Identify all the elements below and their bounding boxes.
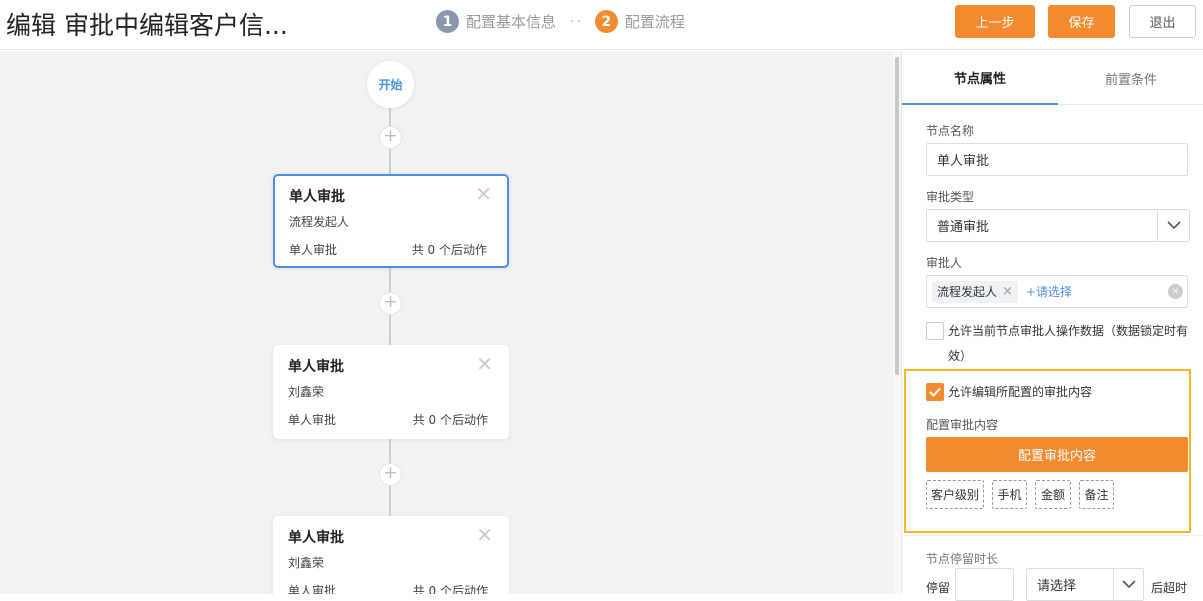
approver-select[interactable]: 流程发起人 × +请选择 × bbox=[926, 275, 1188, 308]
remove-tag-icon[interactable]: × bbox=[1002, 284, 1013, 299]
allow-edit-text: 允许编辑所配置的审批内容 bbox=[948, 385, 1093, 399]
allow-operate-checkbox[interactable] bbox=[926, 322, 944, 340]
scrollbar-thumb[interactable] bbox=[895, 57, 899, 375]
tab-preconditions[interactable]: 前置条件 bbox=[1058, 51, 1203, 105]
node-name-input[interactable]: 单人审批 bbox=[926, 143, 1188, 176]
allow-operate-text-line2: 效） bbox=[948, 349, 973, 363]
node-actions-count: 共 0 个后动作 bbox=[412, 584, 488, 594]
approver-tag: 流程发起人 × bbox=[932, 280, 1018, 303]
node-title: 单人审批 bbox=[289, 189, 345, 205]
connector-line bbox=[389, 486, 391, 516]
canvas-scrollbar[interactable] bbox=[893, 51, 901, 594]
approval-type-value: 普通审批 bbox=[937, 220, 990, 235]
node-actions-count: 共 0 个后动作 bbox=[411, 243, 487, 257]
connector-line bbox=[389, 107, 391, 127]
allow-operate-text-line1: 允许当前节点审批人操作数据（数据锁定时有 bbox=[948, 324, 1189, 338]
content-chip[interactable]: 手机 bbox=[992, 480, 1027, 509]
node-name-label: 节点名称 bbox=[926, 124, 975, 138]
connector-line bbox=[389, 315, 391, 345]
chevron-down-icon[interactable] bbox=[1157, 210, 1189, 241]
node-type: 单人审批 bbox=[288, 584, 337, 594]
step-1[interactable]: 1 配置基本信息 bbox=[436, 10, 556, 33]
step-2-number: 2 bbox=[594, 10, 618, 33]
approval-type-select[interactable]: 普通审批 bbox=[926, 209, 1190, 242]
exit-button[interactable]: 退出 bbox=[1129, 5, 1196, 38]
clear-icon[interactable]: × bbox=[1168, 284, 1183, 299]
allow-edit-checkbox[interactable] bbox=[926, 383, 944, 401]
config-content-button[interactable]: 配置审批内容 bbox=[926, 437, 1188, 472]
step-2-label: 配置流程 bbox=[624, 13, 685, 31]
connector-line bbox=[389, 437, 391, 464]
start-node[interactable]: 开始 bbox=[367, 61, 414, 108]
node-type: 单人审批 bbox=[288, 413, 337, 427]
header: 编辑 审批中编辑客户信... 1 配置基本信息 ·· 2 配置流程 上一步 保存… bbox=[0, 0, 1203, 50]
tab-node-properties[interactable]: 节点属性 bbox=[902, 51, 1058, 105]
step-2[interactable]: 2 配置流程 bbox=[594, 10, 685, 33]
close-icon[interactable]: ✕ bbox=[476, 523, 493, 547]
add-approver-link[interactable]: +请选择 bbox=[1026, 283, 1072, 300]
approval-type-label: 审批类型 bbox=[926, 190, 975, 204]
panel-tabs: 节点属性 前置条件 bbox=[902, 51, 1203, 105]
flow-canvas[interactable]: 开始 + 单人审批 ✕ 流程发起人 单人审批 共 0 个后动作 + 单人审批 ✕… bbox=[0, 51, 893, 594]
properties-panel: 节点属性 前置条件 节点名称 单人审批 审批类型 普通审批 审批人 流程发起人 … bbox=[901, 51, 1203, 601]
add-node-button[interactable]: + bbox=[379, 126, 402, 149]
divider bbox=[902, 535, 1203, 536]
node-type: 单人审批 bbox=[289, 243, 338, 257]
close-icon[interactable]: ✕ bbox=[475, 182, 492, 206]
connector-line bbox=[389, 149, 391, 174]
node-approver: 刘鑫荣 bbox=[288, 385, 325, 399]
stay-prefix: 停留 bbox=[926, 581, 951, 595]
step-1-label: 配置基本信息 bbox=[466, 13, 557, 31]
node-title: 单人审批 bbox=[288, 359, 344, 375]
approver-label: 审批人 bbox=[926, 256, 963, 270]
close-icon[interactable]: ✕ bbox=[476, 352, 493, 376]
flow-node[interactable]: 单人审批 ✕ 刘鑫荣 单人审批 共 0 个后动作 bbox=[273, 345, 509, 439]
flow-node[interactable]: 单人审批 ✕ 刘鑫荣 单人审批 共 0 个后动作 bbox=[273, 516, 509, 594]
node-approver: 流程发起人 bbox=[289, 215, 350, 229]
node-approver: 刘鑫荣 bbox=[288, 556, 325, 570]
stay-unit-select[interactable]: 请选择 bbox=[1026, 568, 1144, 601]
flow-node[interactable]: 单人审批 ✕ 流程发起人 单人审批 共 0 个后动作 bbox=[273, 174, 509, 268]
stay-duration-label: 节点停留时长 bbox=[926, 552, 999, 566]
stay-duration-input[interactable] bbox=[955, 568, 1014, 601]
step-1-number: 1 bbox=[436, 10, 459, 33]
stay-suffix: 后超时 bbox=[1151, 581, 1188, 595]
approver-tag-label: 流程发起人 bbox=[937, 285, 998, 299]
content-chip[interactable]: 客户级别 bbox=[926, 480, 984, 509]
connector-line bbox=[389, 266, 391, 293]
save-button[interactable]: 保存 bbox=[1048, 5, 1115, 38]
content-chip[interactable]: 备注 bbox=[1079, 480, 1114, 509]
stay-unit-value: 请选择 bbox=[1037, 579, 1077, 594]
config-content-label: 配置审批内容 bbox=[926, 418, 999, 432]
prev-step-button[interactable]: 上一步 bbox=[955, 5, 1035, 38]
node-title: 单人审批 bbox=[288, 530, 344, 546]
step-indicator: 1 配置基本信息 ·· 2 配置流程 bbox=[436, 10, 685, 33]
chevron-down-icon[interactable] bbox=[1113, 569, 1143, 600]
node-actions-count: 共 0 个后动作 bbox=[412, 413, 488, 427]
checkmark-icon bbox=[929, 387, 941, 397]
add-node-button[interactable]: + bbox=[379, 292, 402, 315]
step-separator: ·· bbox=[570, 13, 583, 30]
page-title: 编辑 审批中编辑客户信... bbox=[6, 11, 288, 40]
add-node-button[interactable]: + bbox=[379, 463, 402, 486]
content-chip[interactable]: 金额 bbox=[1035, 480, 1071, 509]
